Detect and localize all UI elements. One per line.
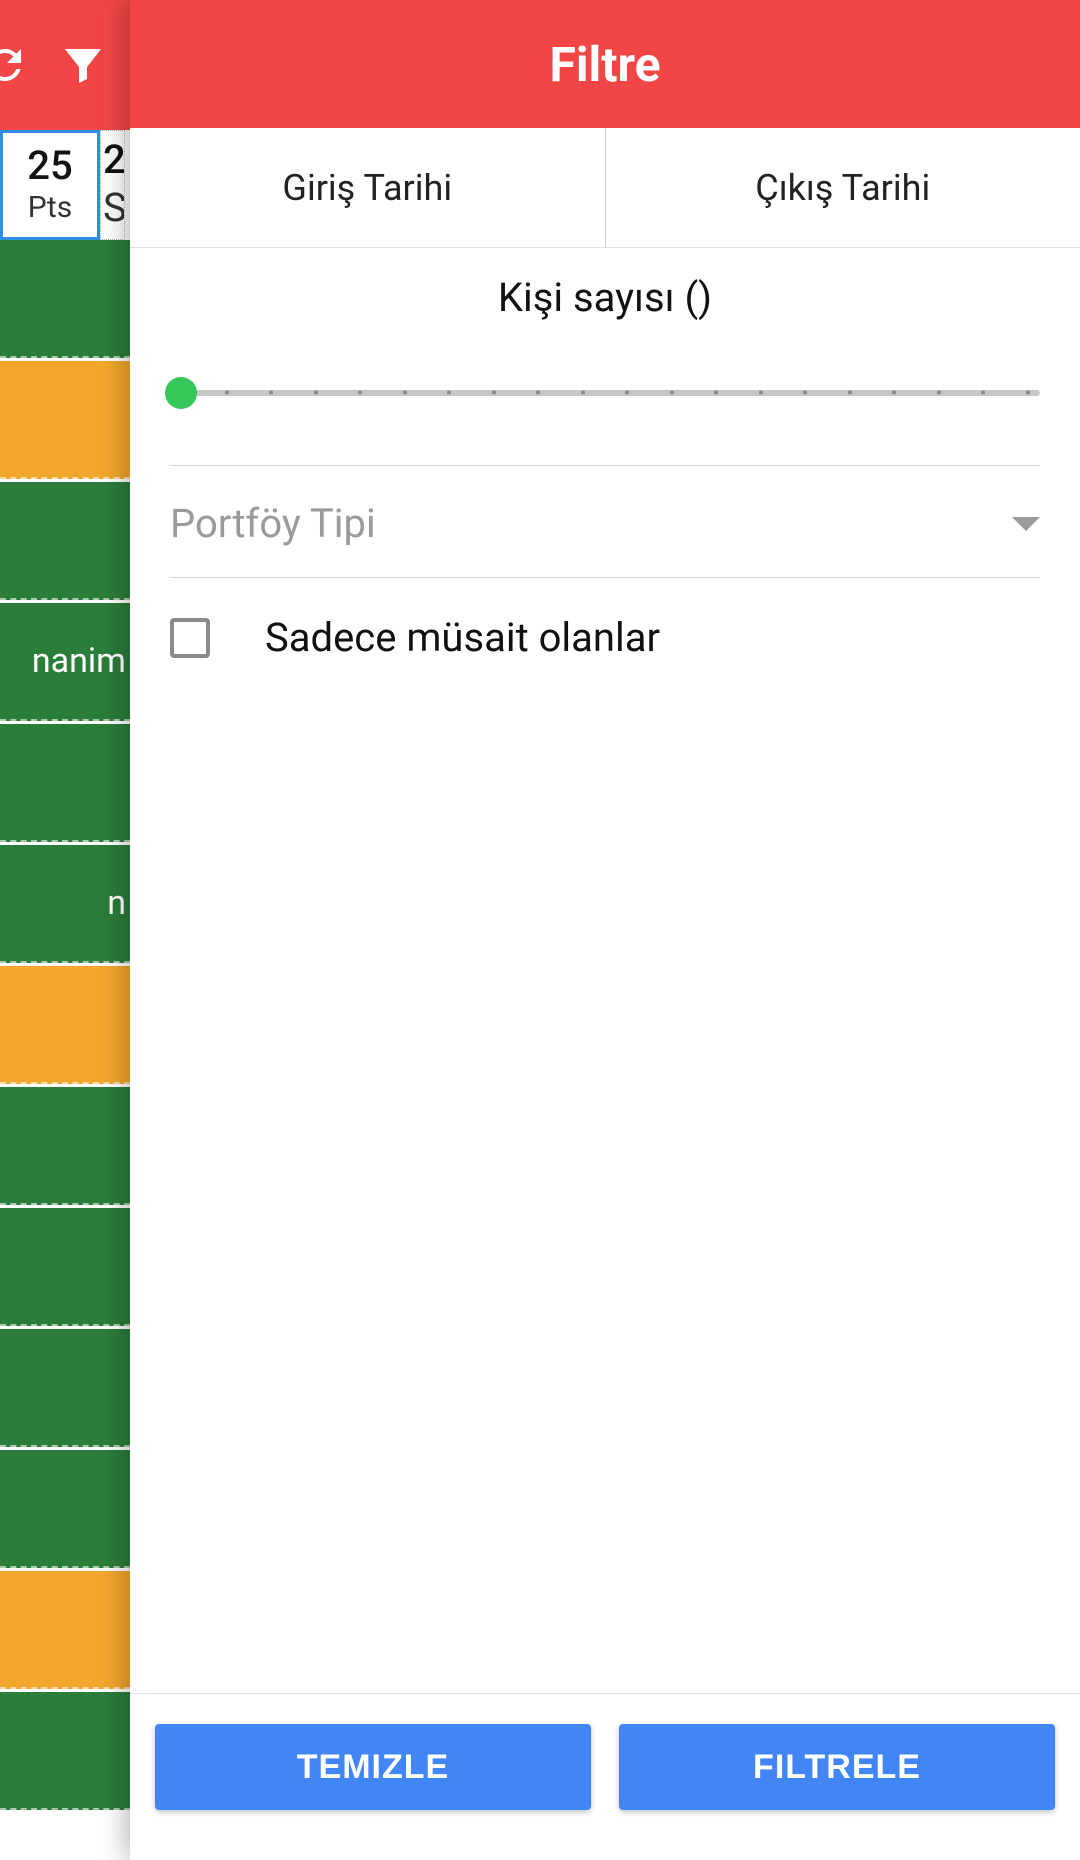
calendar-date-strip: 25 Pts 2 S [0,130,135,240]
filter-footer: TEMIZLE FILTRELE [130,1693,1080,1860]
date-number: 2 [103,140,125,180]
filter-drawer: Filtre Giriş Tarihi Çıkış Tarihi Kişi sa… [130,0,1080,1860]
calendar-date-cell[interactable]: 2 S [100,130,125,240]
filter-header: Filtre [130,0,1080,128]
availability-block[interactable] [0,482,130,600]
availability-block[interactable] [0,1692,130,1810]
date-number: 25 [27,146,72,186]
filter-title: Filtre [549,36,660,93]
availability-block[interactable]: n [0,845,130,963]
person-count-text: Kişi sayısı [498,274,675,321]
available-only-checkbox[interactable] [170,618,210,658]
slider-thumb[interactable] [165,377,197,409]
slider-track [170,390,1040,396]
date-day: Pts [28,190,72,225]
person-count-slider[interactable] [130,331,1080,425]
availability-block[interactable]: nanim [0,603,130,721]
divider [170,465,1040,466]
availability-block[interactable] [0,1571,130,1689]
calendar-block-column: nanim n [0,240,130,1860]
calendar-date-cell[interactable]: 25 Pts [0,130,100,240]
availability-block[interactable] [0,1208,130,1326]
availability-block[interactable] [0,361,130,479]
portfolio-type-dropdown[interactable]: Portföy Tipi [170,500,1040,578]
checkin-date-tab[interactable]: Giriş Tarihi [130,128,605,247]
person-count-label: Kişi sayısı () [130,248,1080,331]
availability-block[interactable] [0,1329,130,1447]
date-range-tabs: Giriş Tarihi Çıkış Tarihi [130,128,1080,248]
checkout-date-tab[interactable]: Çıkış Tarihi [605,128,1080,247]
availability-block[interactable] [0,724,130,842]
clear-button[interactable]: TEMIZLE [155,1724,591,1810]
availability-block[interactable] [0,1450,130,1568]
available-only-label: Sadece müsait olanlar [265,614,660,661]
availability-block-label: nanim [32,641,126,681]
availability-block[interactable] [0,240,130,358]
availability-block[interactable] [0,1087,130,1205]
dropdown-placeholder: Portföy Tipi [170,500,376,547]
chevron-down-icon [1012,517,1040,531]
refresh-icon[interactable] [0,40,30,90]
available-only-row[interactable]: Sadece müsait olanlar [170,614,1040,661]
date-day: S [103,184,125,231]
filter-icon[interactable] [58,40,108,90]
apply-filter-button[interactable]: FILTRELE [619,1724,1055,1810]
availability-block-label: n [107,883,126,923]
availability-block[interactable] [0,966,130,1084]
